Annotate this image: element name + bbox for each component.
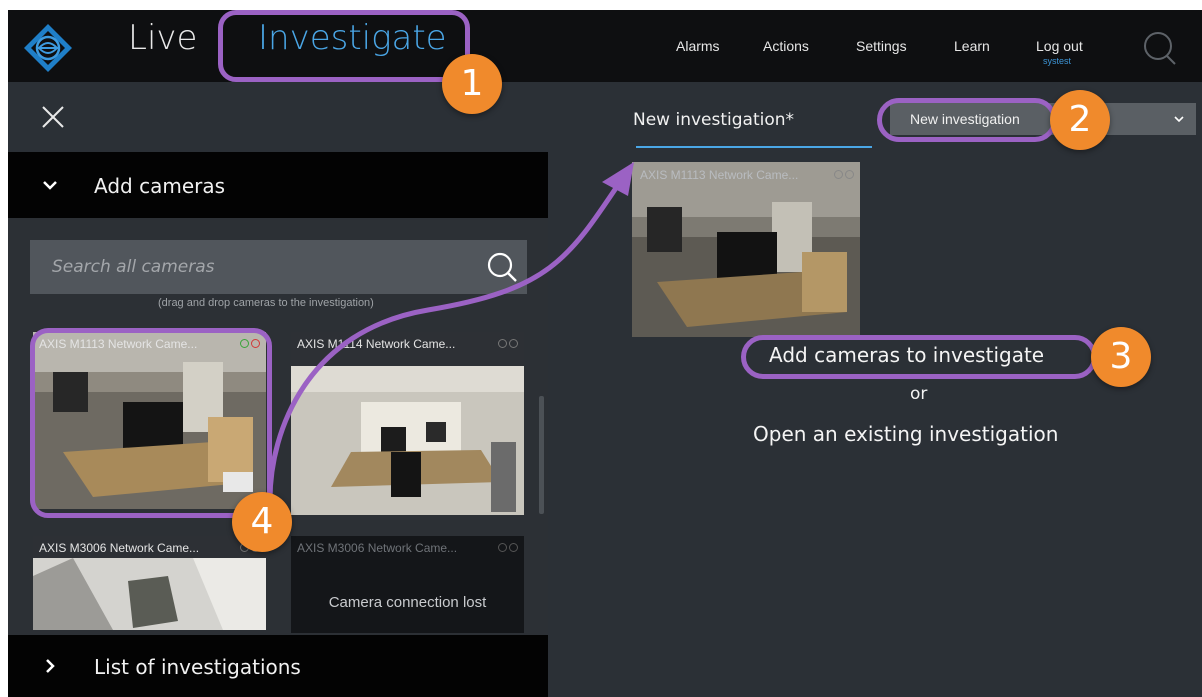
status-dot [498,543,507,552]
annotation-badge-3: 3 [1091,327,1151,387]
camera-tile[interactable]: AXIS M1114 Network Came... [291,332,524,515]
camera-search-input[interactable] [30,240,470,294]
nav-settings[interactable]: Settings [856,38,907,54]
status-dot [240,339,249,348]
annotation-badge-1: 1 [442,54,502,114]
or-separator: or [910,384,928,404]
search-icon[interactable] [1140,28,1180,68]
camera-name: AXIS M3006 Network Came... [39,541,200,555]
open-existing-investigation-link[interactable]: Open an existing investigation [753,422,1058,446]
nav-investigate[interactable]: Investigate [258,18,447,58]
app-window: Live Investigate Alarms Actions Settings… [8,10,1202,697]
active-tab-indicator [636,146,872,148]
tab-new-investigation[interactable]: New investigation* [633,110,794,130]
list-of-investigations-label: List of investigations [94,655,301,679]
list-of-investigations-header[interactable]: List of investigations [8,635,548,697]
status-dot [834,170,843,179]
camera-name: AXIS M1114 Network Came... [297,337,456,351]
investigation-select-value: New investigation [910,111,1020,127]
add-cameras-message: Add cameras to investigate [769,343,1045,367]
chevron-down-icon [43,181,57,190]
camera-thumbnail [291,332,524,515]
camera-status [240,339,260,348]
camera-tile[interactable]: AXIS M3006 Network Came... Camera connec… [291,536,524,633]
camera-status [834,170,854,179]
record-dot [509,543,518,552]
chevron-down-icon [1174,116,1184,123]
drag-hint: (drag and drop cameras to the investigat… [158,297,374,309]
camera-tile[interactable]: AXIS M1113 Network Came... [33,332,266,509]
drag-arrow-head [602,162,634,196]
add-cameras-header[interactable]: Add cameras [8,152,548,218]
connection-lost-message: Camera connection lost [328,594,487,611]
investigation-select[interactable]: New investigation [890,103,1196,135]
camera-thumbnail [33,332,266,509]
nav-live[interactable]: Live [128,18,197,58]
nav-alarms[interactable]: Alarms [676,38,720,54]
investigation-camera-tile[interactable]: AXIS M1113 Network Came... [632,162,860,337]
record-dot [509,339,518,348]
camera-search [30,240,527,294]
camera-panel: Add cameras (drag and drop cameras to th… [8,152,548,697]
camera-tile[interactable]: AXIS M3006 Network Came... [33,536,266,630]
chevron-right-icon [46,659,55,673]
status-dot [498,339,507,348]
camera-thumbnail [632,162,860,337]
search-icon[interactable] [485,250,519,284]
camera-list-scrollbar[interactable] [539,396,544,514]
camera-status [498,339,518,348]
app-logo-icon[interactable] [22,22,74,74]
logout-link[interactable]: Log out [1036,38,1083,54]
camera-status [498,543,518,552]
annotation-badge-4: 4 [232,492,292,552]
record-dot [845,170,854,179]
nav-learn[interactable]: Learn [954,38,990,54]
camera-name: AXIS M1113 Network Came... [39,337,198,351]
camera-name: AXIS M1113 Network Came... [640,168,799,182]
logged-in-user: systest [1043,56,1072,66]
top-navigation-bar: Live Investigate Alarms Actions Settings… [8,10,1202,82]
record-dot [251,339,260,348]
add-cameras-label: Add cameras [94,174,226,198]
nav-actions[interactable]: Actions [763,38,809,54]
close-icon[interactable] [38,102,68,132]
camera-name: AXIS M3006 Network Came... [297,541,458,555]
annotation-badge-2: 2 [1050,90,1110,150]
